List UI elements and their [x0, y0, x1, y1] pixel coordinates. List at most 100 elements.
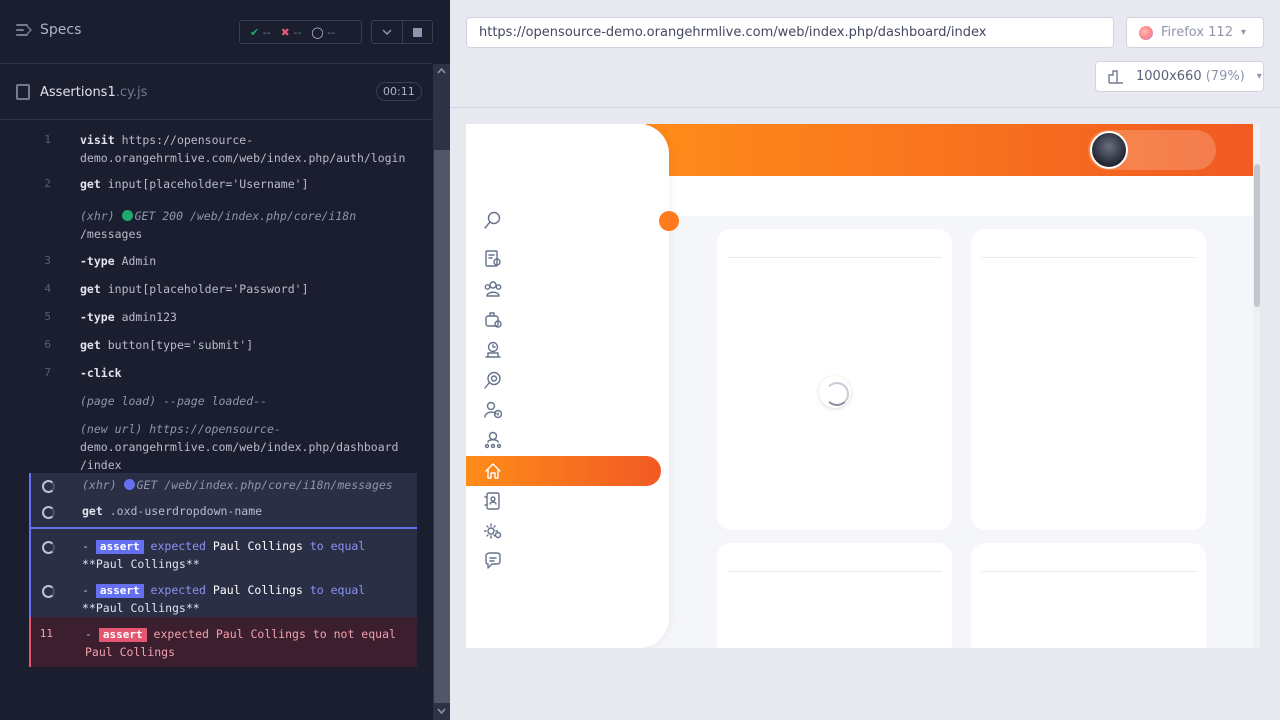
my-info-icon[interactable] [484, 401, 503, 419]
firefox-icon [1139, 25, 1153, 40]
app-under-test [466, 124, 1260, 648]
chevron-down-icon [382, 29, 392, 35]
command-message: --page loaded-- [163, 394, 267, 408]
browser-name: Firefox 112 [1161, 25, 1233, 40]
command-message-cont: demo.orangehrmlive.com/web/index.php/das… [80, 440, 399, 454]
command-number: 7 [44, 366, 51, 379]
command-row[interactable]: 5 -type admin123 [29, 305, 417, 333]
assertion-row[interactable]: - assert expected Paul Collings to equal… [29, 573, 417, 617]
recruitment-icon[interactable] [484, 371, 502, 389]
command-row[interactable]: 1 visit https://opensource-demo.orangehrm… [29, 128, 417, 172]
directory-icon[interactable] [484, 492, 502, 510]
command-number: 5 [44, 310, 51, 323]
command-name: visit [80, 133, 115, 147]
command-row[interactable]: 4 get input[placeholder='Password'] [29, 277, 417, 305]
chevron-down-icon: ▾ [1256, 71, 1262, 82]
leave-icon[interactable] [484, 311, 502, 329]
command-row[interactable]: get .oxd-userdropdown-name [29, 499, 417, 529]
dashboard-widget [971, 229, 1206, 530]
stop-icon [412, 27, 422, 37]
dashboard-widget [717, 543, 952, 648]
pending-spinner-icon [42, 541, 55, 554]
topbar-nav [646, 176, 1254, 216]
pending-spinner-icon [42, 480, 55, 493]
dashboard-widget [971, 543, 1206, 648]
loading-spinner [819, 376, 851, 408]
assert-op: to equal [309, 539, 366, 553]
command-message-cont: Paul Collings [85, 645, 176, 659]
ruler-icon [1108, 69, 1123, 84]
assert-op: to not equal [312, 627, 396, 641]
command-message: https://opensource- [121, 133, 254, 147]
maintenance-icon[interactable] [483, 522, 502, 540]
assert-value: Paul Collings [212, 583, 303, 597]
spec-file-name[interactable]: Assertions1.cy.js [40, 85, 147, 100]
dashboard-icon[interactable] [484, 462, 502, 480]
stop-button[interactable] [401, 21, 433, 43]
command-number: 4 [44, 282, 51, 295]
specs-header: Specs ✔ -- ✖ -- ◯ -- [0, 0, 433, 64]
command-message-cont: /index [80, 458, 122, 472]
scroll-down-icon[interactable] [437, 708, 446, 714]
command-row[interactable]: 7 -click [29, 361, 417, 389]
zoom-level: (79%) [1205, 69, 1245, 84]
assert-op: to equal [309, 583, 366, 597]
divider [450, 107, 1280, 108]
command-tag: (xhr) [80, 209, 115, 223]
command-row[interactable]: (page load) --page loaded-- [29, 389, 417, 417]
search-icon[interactable] [484, 211, 502, 229]
command-tag: (xhr) [82, 478, 117, 492]
performance-icon[interactable] [484, 431, 502, 449]
command-row[interactable]: 3 -type Admin [29, 249, 417, 277]
command-message: input[placeholder='Username'] [107, 177, 309, 191]
assert-value: Paul Collings [212, 539, 303, 553]
command-tag: (new url) [80, 422, 143, 436]
duration-badge: 00:11 [376, 82, 422, 101]
pending-icon: ◯ [311, 25, 324, 39]
command-row[interactable]: 2 get input[placeholder='Username'] [29, 172, 417, 200]
command-row[interactable]: (new url) https://opensource-demo.orange… [29, 417, 417, 472]
chevron-down-button[interactable] [372, 21, 402, 43]
pim-icon[interactable] [484, 280, 502, 298]
command-name: get [80, 338, 101, 352]
spec-file-header: Assertions1.cy.js [0, 65, 433, 120]
app-scrollbar-thumb[interactable] [1254, 164, 1260, 307]
buzz-icon[interactable] [484, 552, 502, 570]
command-log-panel: Specs ✔ -- ✖ -- ◯ -- Assertions1.cy.js 0… [0, 0, 450, 720]
assertion-row[interactable]: - assert expected Paul Collings to equal… [29, 529, 417, 573]
assertion-row[interactable]: 11- assert expected Paul Collings to not… [29, 617, 417, 667]
url-bar[interactable]: https://opensource-demo.orangehrmlive.co… [466, 17, 1114, 48]
failed-count: -- [293, 25, 302, 39]
viewport-info[interactable]: 1000x660 (79%) ▾ [1095, 61, 1264, 92]
pending-spinner-icon [42, 506, 55, 519]
specs-toggle[interactable]: Specs [16, 22, 81, 38]
scroll-up-icon[interactable] [437, 68, 446, 74]
command-message-cont: /messages [80, 227, 143, 241]
command-message: admin123 [121, 310, 177, 324]
command-name: get [80, 282, 101, 296]
command-message: GET 200 /web/index.php/core/i18n [134, 209, 357, 223]
command-row[interactable]: (xhr) GET 200 /web/index.php/core/i18n/m… [29, 204, 417, 244]
command-message: Admin [121, 254, 157, 268]
command-message-cont: demo.orangehrmlive.com/web/index.php/aut… [80, 151, 406, 165]
command-message: button[type='submit'] [107, 338, 254, 352]
check-icon: ✔ [250, 25, 260, 39]
time-icon[interactable] [484, 341, 502, 359]
assert-badge: assert [95, 584, 144, 598]
sidebar [466, 124, 669, 648]
admin-icon[interactable] [484, 250, 502, 268]
avatar[interactable] [1090, 131, 1128, 169]
command-name: -click [80, 366, 122, 380]
command-row[interactable]: (xhr) GET /web/index.php/core/i18n/messa… [29, 473, 417, 501]
scrollbar-thumb[interactable] [434, 150, 450, 703]
browser-select[interactable]: Firefox 112 ▾ [1126, 17, 1264, 48]
status-dot [123, 479, 135, 490]
command-message: https://opensource- [149, 422, 281, 436]
command-row[interactable]: 6 get button[type='submit'] [29, 333, 417, 361]
command-message: input[placeholder='Password'] [107, 282, 309, 296]
command-number: 3 [44, 254, 51, 267]
menu-icon [16, 23, 32, 37]
assert-expected: expected [150, 539, 206, 553]
sidebar-toggle[interactable] [659, 211, 679, 231]
status-dot [121, 210, 133, 221]
